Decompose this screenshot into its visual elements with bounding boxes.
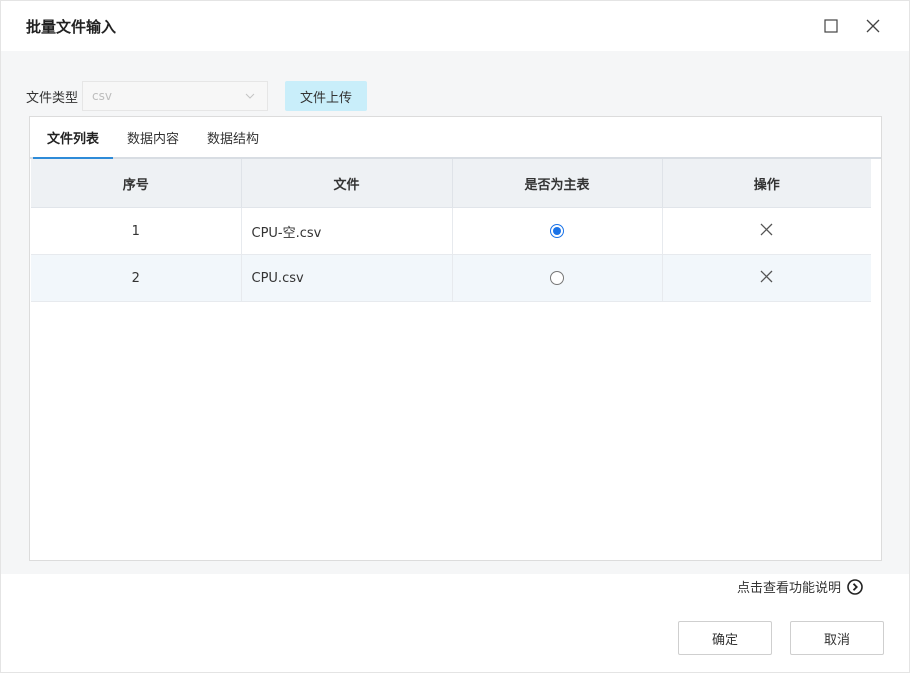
delete-x-icon — [760, 223, 773, 235]
file-type-select[interactable]: csv — [82, 81, 269, 111]
file-type-label: 文件类型 — [26, 90, 79, 106]
circle-arrow-right-icon — [847, 578, 863, 595]
batch-file-input-dialog: 批量文件输入 文件类型 csv 文件上传 文件列表 数据内容 数据结构 序号 文… — [0, 0, 910, 673]
tab-data-structure[interactable]: 数据结构 — [193, 117, 273, 157]
file-table: 序号 文件 是否为主表 操作 1 CPU-空.csv 2 CPU.csv — [31, 159, 871, 302]
help-link[interactable]: 点击查看功能说明 — [737, 577, 863, 596]
row-main-cell — [452, 254, 663, 302]
close-icon — [866, 19, 880, 33]
dialog-body: 文件类型 csv 文件上传 文件列表 数据内容 数据结构 序号 文件 是否为主表… — [1, 51, 909, 574]
dialog-title: 批量文件输入 — [26, 17, 117, 36]
tab-data-content[interactable]: 数据内容 — [113, 117, 193, 157]
row-file-name: CPU.csv — [241, 254, 453, 302]
file-upload-button[interactable]: 文件上传 — [285, 81, 368, 111]
table-row: 1 CPU-空.csv — [31, 207, 871, 255]
window-controls — [821, 16, 883, 36]
maximize-icon — [824, 19, 838, 33]
table-row: 2 CPU.csv — [31, 254, 871, 302]
row-action-cell — [662, 207, 871, 255]
row-main-cell — [452, 207, 663, 255]
row-file-name: CPU-空.csv — [241, 207, 453, 255]
file-type-value: csv — [92, 89, 112, 103]
title-bar: 批量文件输入 — [1, 1, 909, 51]
tab-bar: 文件列表 数据内容 数据结构 — [30, 117, 881, 159]
column-header-action: 操作 — [662, 159, 871, 208]
main-table-radio[interactable] — [550, 271, 564, 285]
table-header-row: 序号 文件 是否为主表 操作 — [31, 159, 871, 208]
help-link-label: 点击查看功能说明 — [736, 581, 841, 596]
delete-row-button[interactable] — [760, 223, 773, 240]
delete-x-icon — [760, 270, 773, 282]
file-panel: 文件列表 数据内容 数据结构 序号 文件 是否为主表 操作 1 CPU-空.cs… — [29, 116, 882, 561]
file-toolbar: 文件类型 csv 文件上传 — [26, 81, 368, 111]
row-index: 1 — [31, 207, 242, 255]
confirm-button[interactable]: 确定 — [678, 621, 772, 655]
column-header-index: 序号 — [31, 159, 242, 208]
maximize-button[interactable] — [821, 16, 841, 36]
tab-file-list[interactable]: 文件列表 — [33, 117, 114, 159]
close-button[interactable] — [863, 16, 883, 36]
row-index: 2 — [31, 254, 242, 302]
delete-row-button[interactable] — [760, 270, 773, 287]
column-header-is-main: 是否为主表 — [452, 159, 663, 208]
column-header-file: 文件 — [241, 159, 453, 208]
main-table-radio[interactable] — [550, 224, 564, 238]
cancel-button[interactable]: 取消 — [790, 621, 884, 655]
chevron-down-icon — [245, 93, 255, 99]
row-action-cell — [662, 254, 871, 302]
